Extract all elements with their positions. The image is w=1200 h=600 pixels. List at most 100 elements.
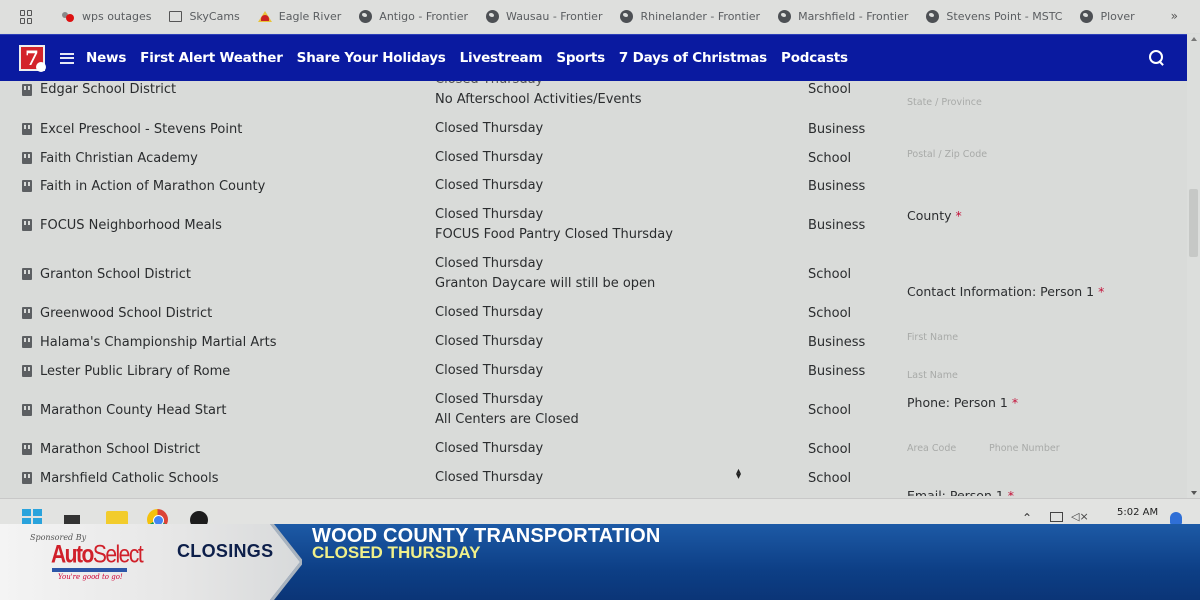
volume-muted-icon[interactable]: ◁× (1071, 510, 1089, 523)
required-mark: * (955, 208, 962, 223)
status-text: Closed Thursday (435, 150, 544, 165)
org-name[interactable]: Greenwood School District (40, 306, 212, 321)
globe-icon (926, 10, 940, 23)
email-label-text: Email: Person 1 (907, 488, 1004, 496)
section-title: CLOSINGS (177, 541, 274, 561)
folder-icon (169, 11, 183, 22)
status-text: Closed Thursday (435, 363, 544, 378)
status-text: Closed Thursday (435, 470, 544, 485)
org-type: School (808, 267, 852, 282)
building-icon (22, 180, 32, 192)
network-icon[interactable] (1050, 512, 1063, 522)
vertical-scrollbar[interactable] (1187, 34, 1200, 498)
org-name[interactable]: Faith in Action of Marathon County (40, 179, 265, 194)
sponsor-strip (52, 568, 127, 572)
nav-podcasts[interactable]: Podcasts (781, 50, 848, 66)
county-label: County * (907, 208, 962, 223)
nav-livestream[interactable]: Livestream (460, 50, 543, 66)
status-text: Closed Thursday (435, 441, 544, 456)
globe-icon (1080, 10, 1094, 23)
more-bookmarks-button[interactable]: » (1171, 9, 1178, 23)
status-note: All Centers are Closed (435, 412, 579, 427)
zip-code-field[interactable]: Postal / Zip Code (907, 149, 987, 160)
search-icon[interactable] (1149, 50, 1165, 66)
windows-start-icon[interactable] (22, 509, 42, 525)
hamburger-menu-icon[interactable] (60, 52, 74, 64)
bookmark-wps-outages[interactable]: wps outages (62, 10, 151, 23)
bookmark-marshfield[interactable]: Marshfield - Frontier (778, 10, 908, 23)
nav-7-days-of-christmas[interactable]: 7 Days of Christmas (619, 50, 767, 66)
notification-icon[interactable] (1170, 512, 1182, 524)
station-logo[interactable]: 7 (19, 45, 46, 72)
bookmark-label: Plover (1100, 10, 1135, 23)
org-type: School (808, 403, 852, 418)
building-icon (22, 268, 32, 280)
nav-share-your-holidays[interactable]: Share Your Holidays (297, 50, 446, 66)
status-note: FOCUS Food Pantry Closed Thursday (435, 227, 673, 242)
org-name[interactable]: Halama's Championship Martial Arts (40, 335, 277, 350)
scroll-thumb[interactable] (1189, 189, 1198, 257)
status-text: No Afterschool Activities/Events (435, 92, 642, 107)
status-text: Closed Thursday (435, 392, 544, 407)
status-note: Granton Daycare will still be open (435, 276, 656, 291)
bookmark-wausau[interactable]: Wausau - Frontier (486, 10, 602, 23)
mouse-cursor-icon: ▴ ▾ (736, 466, 742, 482)
org-name[interactable]: Lester Public Library of Rome (40, 364, 230, 379)
phone-number-field[interactable]: Phone Number (989, 443, 1060, 454)
org-name[interactable]: FOCUS Neighborhood Meals (40, 218, 222, 233)
bookmark-skycams[interactable]: SkyCams (169, 10, 240, 23)
org-type: School (808, 306, 852, 321)
tray-chevron-icon[interactable]: ⌃ (1022, 511, 1032, 525)
org-name[interactable]: Marshfield Catholic Schools (40, 471, 219, 486)
building-icon (22, 365, 32, 377)
nav-news[interactable]: News (86, 50, 126, 66)
bookmark-antigo[interactable]: Antigo - Frontier (359, 10, 468, 23)
globe-icon (359, 10, 373, 23)
org-name[interactable]: Granton School District (40, 267, 191, 282)
org-type: School (808, 151, 852, 166)
last-name-field[interactable]: Last Name (907, 370, 958, 381)
org-type: Business (808, 335, 866, 350)
org-name[interactable]: Marathon County Head Start (40, 403, 226, 418)
org-name[interactable]: Marathon School District (40, 442, 200, 457)
scroll-down-icon[interactable] (1191, 491, 1197, 495)
building-icon (22, 307, 32, 319)
required-mark: * (1007, 488, 1015, 496)
org-type: Business (808, 122, 866, 137)
bookmark-label: Marshfield - Frontier (798, 10, 909, 23)
contact-label-text: Contact Information: Person 1 (907, 284, 1095, 299)
org-name[interactable]: Edgar School District (40, 82, 176, 97)
globe-icon (620, 10, 634, 23)
sponsor-logo: AutoSelect (51, 541, 144, 570)
status-text: Closed Thursday (435, 121, 544, 136)
sponsor-tagline: You're good to go! (58, 573, 123, 581)
org-name[interactable]: Faith Christian Academy (40, 151, 198, 166)
bookmark-label: Eagle River (278, 10, 342, 23)
nav-first-alert-weather[interactable]: First Alert Weather (140, 50, 283, 66)
site-nav: 7 News First Alert Weather Share Your Ho… (0, 34, 1187, 81)
scroll-up-icon[interactable] (1191, 37, 1197, 41)
org-type: Business (808, 179, 866, 194)
bookmarks-bar: wps outages SkyCams Eagle River Antigo -… (0, 0, 1200, 33)
globe-icon (486, 10, 500, 23)
building-icon (22, 404, 32, 416)
bookmark-stevens-point[interactable]: Stevens Point - MSTC (926, 10, 1062, 23)
clock-time[interactable]: 5:02 AM (1117, 507, 1158, 518)
org-name[interactable]: Excel Preschool - Stevens Point (40, 122, 242, 137)
closing-status: CLOSED THURSDAY (312, 543, 481, 562)
broadcast-lower-third: Sponsored By AutoSelect You're good to g… (0, 524, 1200, 600)
org-type: School (808, 442, 852, 457)
nav-sports[interactable]: Sports (556, 50, 605, 66)
sponsor-logo-auto: Auto (51, 541, 94, 569)
state-province-field[interactable]: State / Province (907, 97, 982, 108)
bookmark-eagle-river[interactable]: Eagle River (257, 10, 342, 23)
bookmark-rhinelander[interactable]: Rhinelander - Frontier (620, 10, 760, 23)
sponsor-logo-select: Select (92, 541, 144, 569)
apps-grid-icon[interactable] (20, 9, 34, 24)
bookmark-plover[interactable]: Plover (1080, 10, 1135, 23)
area-code-field[interactable]: Area Code (907, 443, 956, 454)
required-mark: * (1098, 284, 1105, 299)
first-name-field[interactable]: First Name (907, 332, 958, 343)
building-icon (22, 152, 32, 164)
screen: wps outages SkyCams Eagle River Antigo -… (0, 0, 1200, 600)
